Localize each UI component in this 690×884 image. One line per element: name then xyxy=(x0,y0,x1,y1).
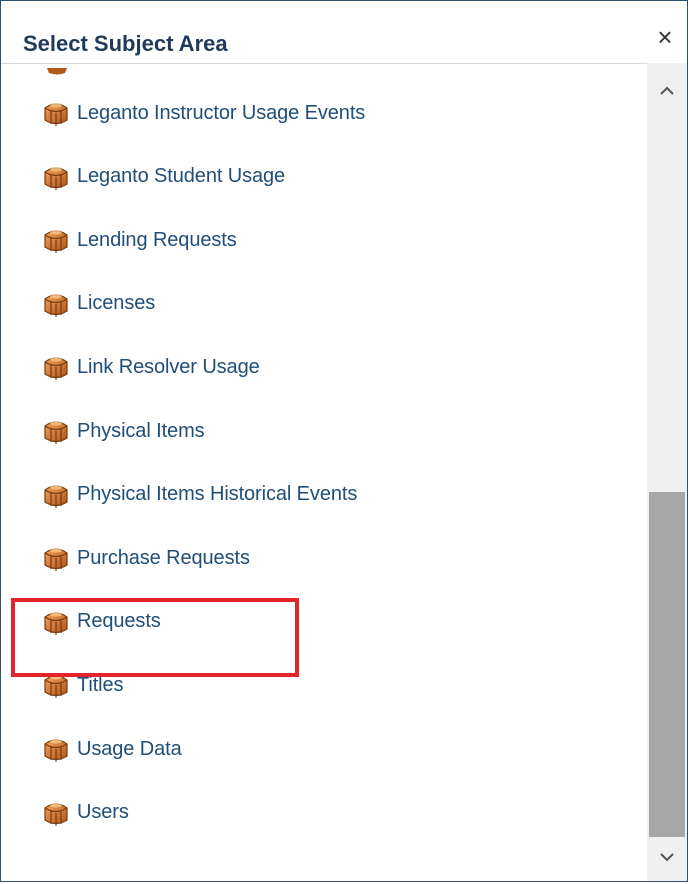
subject-area-item[interactable]: Purchase Requests xyxy=(41,542,250,574)
subject-area-item-label: Link Resolver Usage xyxy=(77,355,260,378)
scroll-up-icon[interactable] xyxy=(655,79,679,103)
subject-area-cube-icon xyxy=(41,162,71,192)
subject-area-item-label: Usage Data xyxy=(77,737,182,760)
subject-area-item-label: Requests xyxy=(77,610,161,633)
subject-area-item-label: Lending Requests xyxy=(77,228,237,251)
dialog-titlebar: Select Subject Area × xyxy=(1,1,687,64)
close-icon[interactable]: × xyxy=(655,24,675,50)
subject-area-item[interactable]: Physical Items Historical Events xyxy=(41,479,357,511)
subject-area-cube-icon xyxy=(41,543,71,573)
subject-area-cube-icon xyxy=(41,98,71,128)
subject-area-cube-icon xyxy=(41,416,71,446)
subject-area-item[interactable]: Requests xyxy=(41,606,161,638)
scrollbar-thumb[interactable] xyxy=(649,492,685,837)
subject-area-item-label: Purchase Requests xyxy=(77,546,250,569)
subject-area-cube-icon xyxy=(41,352,71,382)
subject-area-item[interactable]: Usage Data xyxy=(41,733,182,765)
subject-area-cube-icon xyxy=(41,670,71,700)
subject-area-cube-icon xyxy=(41,225,71,255)
subject-area-cube-icon xyxy=(47,68,67,75)
subject-area-item-label: Users xyxy=(77,801,129,824)
subject-area-list[interactable]: Leganto Instructor Usage Events Leganto … xyxy=(1,63,647,881)
subject-area-item-label: Titles xyxy=(77,673,124,696)
subject-area-cube-icon xyxy=(41,607,71,637)
subject-area-cube-icon xyxy=(41,289,71,319)
subject-area-item-label: Physical Items Historical Events xyxy=(77,483,358,506)
subject-area-item[interactable]: Titles xyxy=(41,669,124,701)
subject-area-item-label: Physical Items xyxy=(77,419,205,442)
subject-area-item-label: Leganto Instructor Usage Events xyxy=(77,101,366,124)
subject-area-item[interactable]: Physical Items xyxy=(41,415,205,447)
subject-area-item[interactable]: Leganto Instructor Usage Events xyxy=(41,97,365,129)
subject-area-item[interactable]: Lending Requests xyxy=(41,224,237,256)
subject-area-cube-icon xyxy=(41,798,71,828)
subject-area-item[interactable]: Leganto Student Usage xyxy=(41,161,285,193)
subject-area-item-label: Licenses xyxy=(77,292,156,315)
subject-area-item[interactable]: Licenses xyxy=(41,288,155,320)
subject-area-cube-icon xyxy=(41,480,71,510)
subject-area-item[interactable]: Users xyxy=(41,797,129,829)
subject-area-item[interactable]: Link Resolver Usage xyxy=(41,351,260,383)
scroll-down-icon[interactable] xyxy=(655,845,679,869)
dialog-title: Select Subject Area xyxy=(23,31,228,56)
subject-area-cube-icon xyxy=(41,734,71,764)
subject-area-item-label: Leganto Student Usage xyxy=(77,165,286,188)
vertical-scrollbar[interactable] xyxy=(647,63,687,881)
select-subject-area-dialog: Select Subject Area × Leganto Instructor… xyxy=(0,0,688,882)
